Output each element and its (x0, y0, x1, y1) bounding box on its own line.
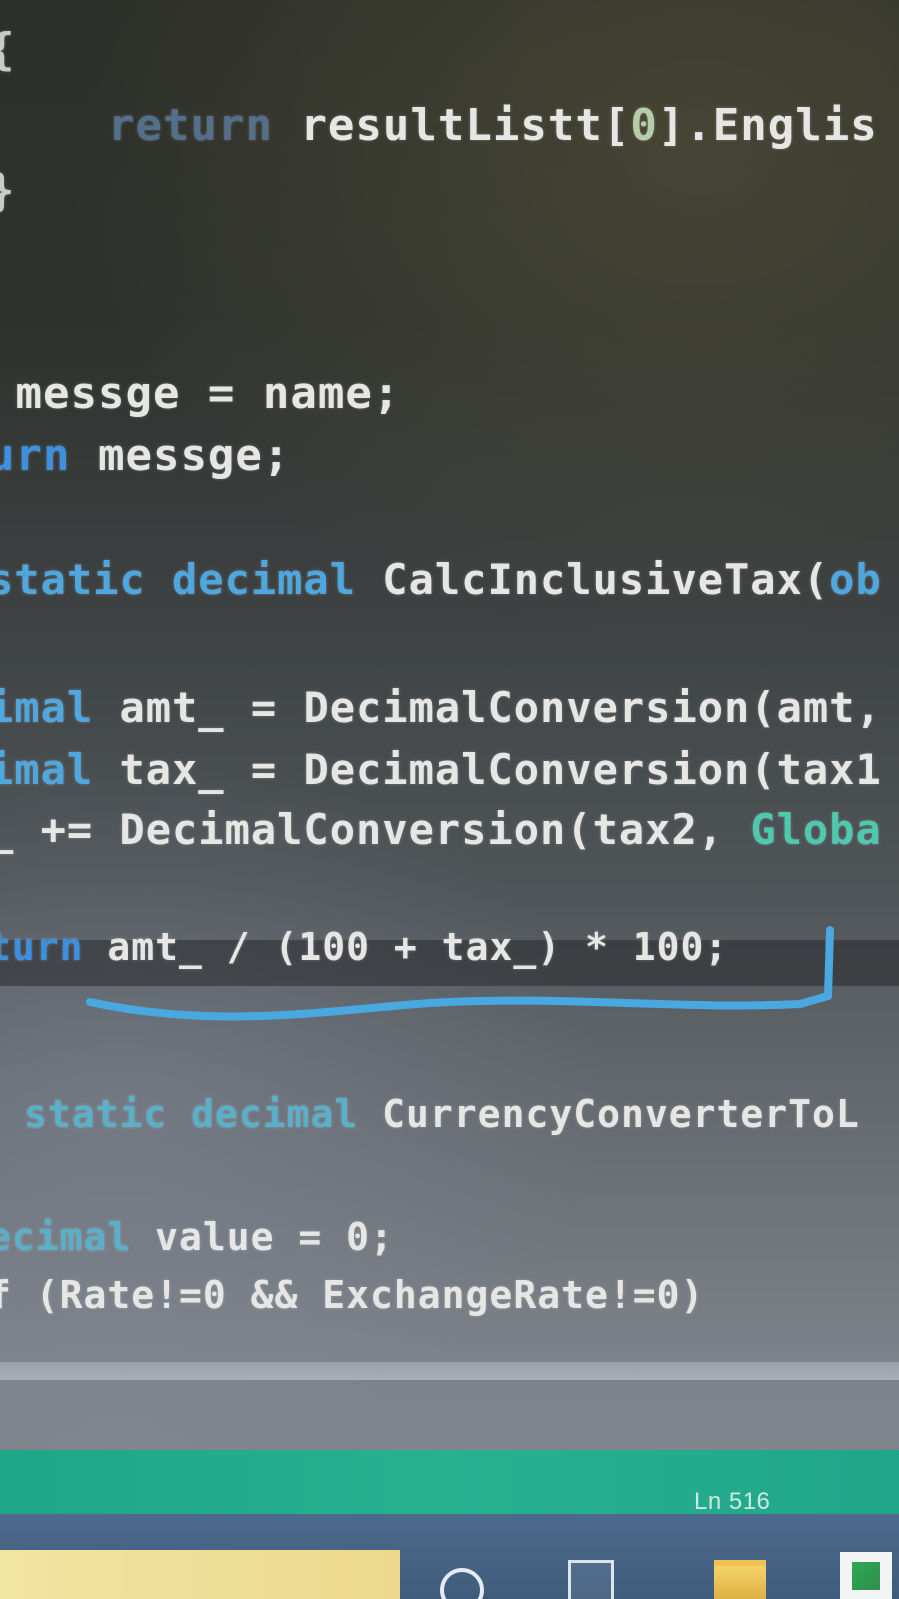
store-icon[interactable] (840, 1552, 892, 1599)
code-editor[interactable]: { return resultListt[0].Englis } messge … (0, 0, 899, 1420)
code-token: urn (0, 430, 71, 481)
code-line-l5: urn messge; (0, 430, 290, 481)
code-line-l13: f (Rate!=0 && ExchangeRate!=0) (0, 1273, 704, 1317)
code-line-l9: _ += DecimalConversion(tax2, Globa (0, 805, 882, 854)
task-view-icon[interactable] (568, 1560, 614, 1599)
code-token: { (0, 24, 16, 75)
code-line-l7: imal amt_ = DecimalConversion(amt, (0, 683, 882, 732)
code-token: ob (829, 555, 882, 604)
panel-divider[interactable] (0, 1362, 899, 1380)
code-line-l4: messge = name; (0, 368, 400, 419)
code-token: amt_ = DecimalConversion(amt, (93, 683, 882, 732)
code-token: ].Englis (657, 100, 878, 151)
code-line-l6: static decimal CalcInclusiveTax(ob (0, 555, 882, 604)
code-token: value = 0; (131, 1215, 394, 1259)
code-line-l12: ecimal value = 0; (0, 1215, 394, 1259)
code-token: Globa (750, 805, 882, 854)
code-token: imal (0, 745, 94, 794)
screen-photo: { return resultListt[0].Englis } messge … (0, 0, 899, 1599)
code-line-l8: imal tax_ = DecimalConversion(tax1 (0, 745, 882, 794)
code-token: } (0, 165, 16, 216)
code-token: f (Rate!=0 && ExchangeRate!=0) (0, 1273, 705, 1317)
code-token: imal (0, 683, 94, 732)
code-token: static decimal (24, 1092, 359, 1136)
code-token: return (108, 100, 273, 151)
taskbar-search-box[interactable] (0, 1550, 400, 1599)
code-token: static decimal (0, 555, 357, 604)
code-line-l10: turn amt_ / (100 + tax_) * 100; (0, 925, 728, 969)
code-line-l2: return resultListt[0].Englis (108, 100, 878, 151)
code-token: messge = name; (0, 368, 401, 419)
code-token: tax_ = DecimalConversion(tax1 (93, 745, 882, 794)
code-token: resultListt[ (272, 100, 631, 151)
code-token: CurrencyConverterToL (358, 1092, 860, 1136)
code-token: ecimal (0, 1215, 132, 1259)
line-number-indicator[interactable]: Ln 516 (694, 1488, 770, 1516)
code-token: CalcInclusiveTax( (356, 555, 830, 604)
code-token: _ += DecimalConversion(tax2, (0, 805, 751, 854)
code-line-l1: { (0, 24, 16, 75)
code-token: amt_ / (100 + tax_) * 100; (83, 925, 729, 969)
code-line-l3: } (0, 165, 16, 216)
code-token: turn (0, 925, 84, 969)
file-explorer-icon[interactable] (714, 1560, 766, 1599)
code-token: 0 (630, 100, 658, 151)
code-line-l11: static decimal CurrencyConverterToL (24, 1092, 860, 1136)
code-token: messge; (70, 430, 291, 481)
